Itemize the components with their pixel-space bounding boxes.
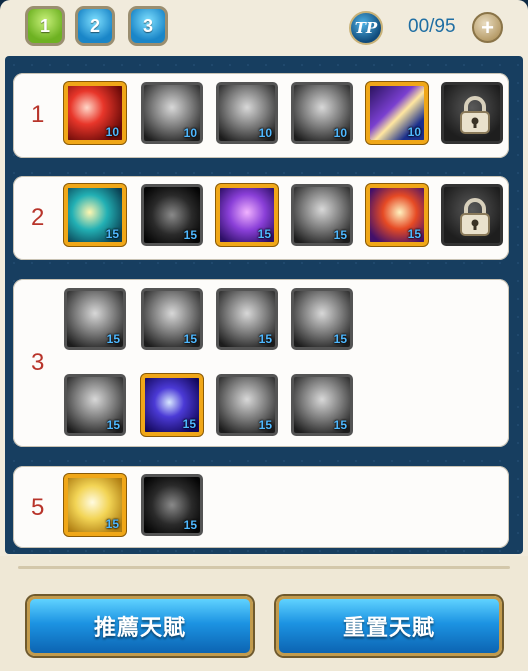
skill-level: 10 (407, 125, 421, 139)
eye-skill-icon[interactable]: 15 (141, 184, 203, 246)
gauntlet-skill-icon[interactable]: 10 (216, 82, 278, 144)
ornamental-divider (18, 566, 510, 569)
top-bar: 1 2 3 TP 00/95 + (0, 0, 528, 58)
skill-level: 15 (333, 332, 347, 346)
skill-level: 15 (105, 517, 119, 531)
golden-aura-skill-icon[interactable]: 15 (64, 474, 126, 536)
skill-level: 15 (258, 332, 272, 346)
padlock-icon[interactable] (441, 82, 503, 144)
padlock-icon (460, 198, 490, 236)
skill-level: 10 (183, 126, 197, 140)
skill-level: 15 (257, 227, 271, 241)
skill-level: 15 (258, 418, 272, 432)
skill-level: 15 (407, 227, 421, 241)
skill-level: 15 (106, 332, 120, 346)
tp-count: 00/95 (408, 16, 456, 37)
page-tab-1[interactable]: 1 (25, 6, 65, 46)
white-beast-skill-icon[interactable]: 15 (216, 374, 278, 436)
skill-level: 15 (183, 518, 197, 532)
skill-level: 15 (182, 417, 196, 431)
row-label: 3 (31, 349, 45, 376)
light-beam-skill-icon[interactable]: 15 (291, 184, 353, 246)
page-tab-2[interactable]: 2 (75, 6, 115, 46)
crushing-blow-skill-icon[interactable]: 10 (366, 82, 428, 144)
armor-torso-skill-icon[interactable]: 10 (141, 82, 203, 144)
whirl-skill-icon[interactable]: 15 (291, 288, 353, 350)
tp-icon: TP (349, 11, 383, 45)
page-tab-3[interactable]: 3 (128, 6, 168, 46)
red-slash-skill-icon[interactable]: 10 (64, 82, 126, 144)
skill-level: 10 (105, 125, 119, 139)
muscle-body-skill-icon[interactable]: 10 (291, 82, 353, 144)
fury-beast-skill-icon[interactable]: 15 (291, 374, 353, 436)
talent-panel: 1 2 3 TP 00/95 + 1 2 3 5 10 10 10 10 10 15 15 1… (0, 0, 528, 671)
recommend-talent-button[interactable]: 推薦天賦 (27, 596, 253, 656)
skill-level: 15 (183, 332, 197, 346)
skill-level: 15 (183, 228, 197, 242)
skill-level: 15 (106, 418, 120, 432)
skill-level: 10 (258, 126, 272, 140)
row-label: 2 (31, 204, 45, 231)
reset-talent-button[interactable]: 重置天賦 (276, 596, 502, 656)
row-label: 1 (31, 101, 45, 128)
triple-arrow-skill-icon[interactable]: 15 (64, 184, 126, 246)
wind-slash-skill-icon[interactable]: 15 (216, 288, 278, 350)
padlock-icon[interactable] (441, 184, 503, 246)
add-tp-button[interactable]: + (472, 12, 503, 43)
purple-warrior-skill-icon[interactable]: 15 (216, 184, 278, 246)
skill-level: 10 (333, 126, 347, 140)
cosmic-slash-skill-icon[interactable]: 15 (141, 374, 203, 436)
shatter-skill-icon[interactable]: 15 (64, 288, 126, 350)
sword-burst-skill-icon[interactable]: 15 (366, 184, 428, 246)
skill-level: 15 (333, 228, 347, 242)
spark-burst-skill-icon[interactable]: 15 (141, 288, 203, 350)
skill-level: 15 (105, 227, 119, 241)
row-label: 5 (31, 494, 45, 521)
padlock-icon (460, 96, 490, 134)
claw-strike-skill-icon[interactable]: 15 (64, 374, 126, 436)
skill-level: 15 (333, 418, 347, 432)
shadow-warrior-skill-icon[interactable]: 15 (141, 474, 203, 536)
